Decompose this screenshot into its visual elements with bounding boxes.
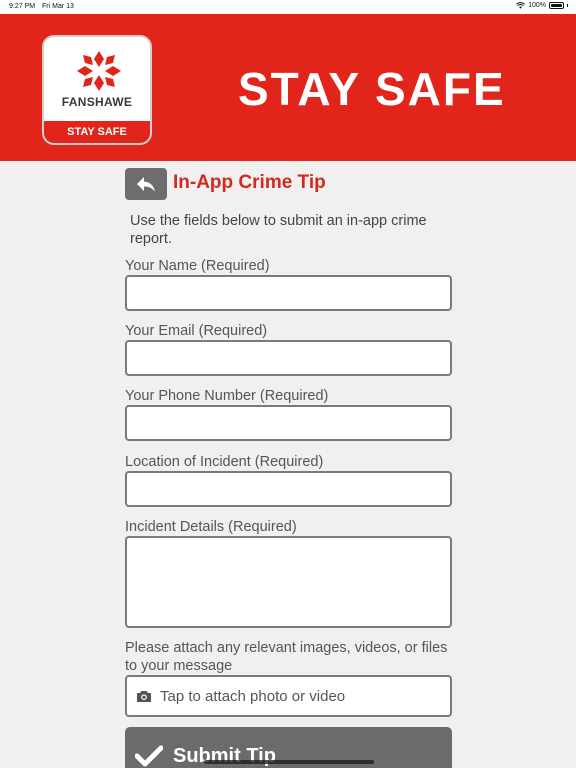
details-field[interactable] bbox=[125, 536, 452, 628]
back-button[interactable] bbox=[125, 168, 167, 200]
battery-tip bbox=[567, 4, 568, 7]
intro-text: Use the fields below to submit an in-app… bbox=[130, 213, 427, 247]
back-arrow-icon bbox=[137, 177, 155, 192]
home-indicator[interactable] bbox=[204, 760, 374, 764]
details-label: Incident Details (Required) bbox=[125, 519, 297, 535]
wifi-icon bbox=[516, 2, 526, 9]
logo-name: FANSHAWE bbox=[61, 95, 133, 109]
status-date: Fri Mar 13 bbox=[42, 3, 74, 10]
camera-icon bbox=[137, 691, 151, 702]
app-header: FANSHAWE STAY SAFE STAY SAFE bbox=[0, 14, 576, 161]
checkmark-icon bbox=[135, 745, 163, 767]
attach-label: Please attach any relevant images, video… bbox=[125, 640, 448, 674]
fanshawe-emblem-icon bbox=[77, 51, 121, 91]
page-title: In-App Crime Tip bbox=[173, 172, 326, 193]
status-time: 9:27 PM bbox=[9, 3, 36, 10]
logo-band: STAY SAFE bbox=[44, 121, 150, 143]
email-field[interactable] bbox=[125, 340, 452, 376]
status-right: 100% bbox=[516, 2, 568, 9]
fanshawe-logo: FANSHAWE STAY SAFE bbox=[42, 35, 152, 145]
name-field[interactable] bbox=[125, 275, 452, 311]
attach-button[interactable]: Tap to attach photo or video bbox=[125, 675, 452, 717]
status-bar: 9:27 PM Fri Mar 13 100% bbox=[0, 0, 576, 14]
submit-tip-label: Submit Tip bbox=[173, 745, 276, 767]
battery-percent: 100% bbox=[528, 2, 546, 9]
location-label: Location of Incident (Required) bbox=[125, 454, 324, 470]
name-label: Your Name (Required) bbox=[125, 258, 270, 274]
phone-field[interactable] bbox=[125, 405, 452, 441]
header-title: STAY SAFE bbox=[238, 63, 506, 115]
location-field[interactable] bbox=[125, 471, 452, 507]
phone-label: Your Phone Number (Required) bbox=[125, 388, 329, 404]
email-label: Your Email (Required) bbox=[125, 323, 268, 339]
battery-icon bbox=[549, 2, 564, 9]
attach-button-label: Tap to attach photo or video bbox=[160, 687, 346, 705]
